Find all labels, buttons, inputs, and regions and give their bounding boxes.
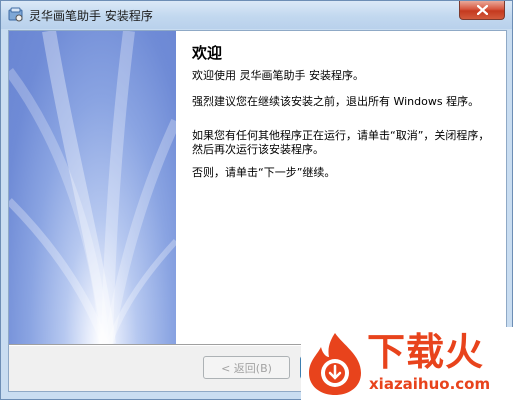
- close-button[interactable]: [459, 1, 505, 20]
- welcome-text: 欢迎使用 灵华画笔助手 安装程序。: [192, 69, 364, 82]
- installer-window: 灵华画笔助手 安装程序 欢迎 欢迎使用 灵华画笔助手 安装程序。 强烈建议您在继…: [0, 0, 513, 401]
- installer-icon: [8, 7, 24, 23]
- decorative-swirl-graphic: [9, 31, 176, 344]
- flame-logo-icon: [309, 333, 361, 395]
- page-title: 欢迎: [192, 44, 223, 62]
- title-bar[interactable]: 灵华画笔助手 安装程序: [1, 1, 512, 29]
- watermark-title: 下载火: [367, 330, 485, 374]
- watermark: 下载火 xiazaihuo.com: [301, 327, 513, 401]
- watermark-url: xiazaihuo.com: [369, 375, 491, 393]
- wizard-side-image: [9, 31, 176, 344]
- close-programs-advice: 强烈建议您在继续该安装之前，退出所有 Windows 程序。: [192, 95, 480, 108]
- next-instructions: 否则，请单击“下一步”继续。: [192, 166, 336, 179]
- close-icon: [476, 5, 488, 15]
- wizard-content: 欢迎 欢迎使用 灵华画笔助手 安装程序。 强烈建议您在继续该安装之前，退出所有 …: [176, 31, 506, 344]
- back-button[interactable]: < 返回(B): [203, 356, 290, 379]
- window-title: 灵华画笔助手 安装程序: [29, 9, 153, 23]
- cancel-instructions: 如果您有任何其他程序正在运行，请单击“取消”，关闭程序，然后再次运行该安装程序。: [192, 129, 490, 156]
